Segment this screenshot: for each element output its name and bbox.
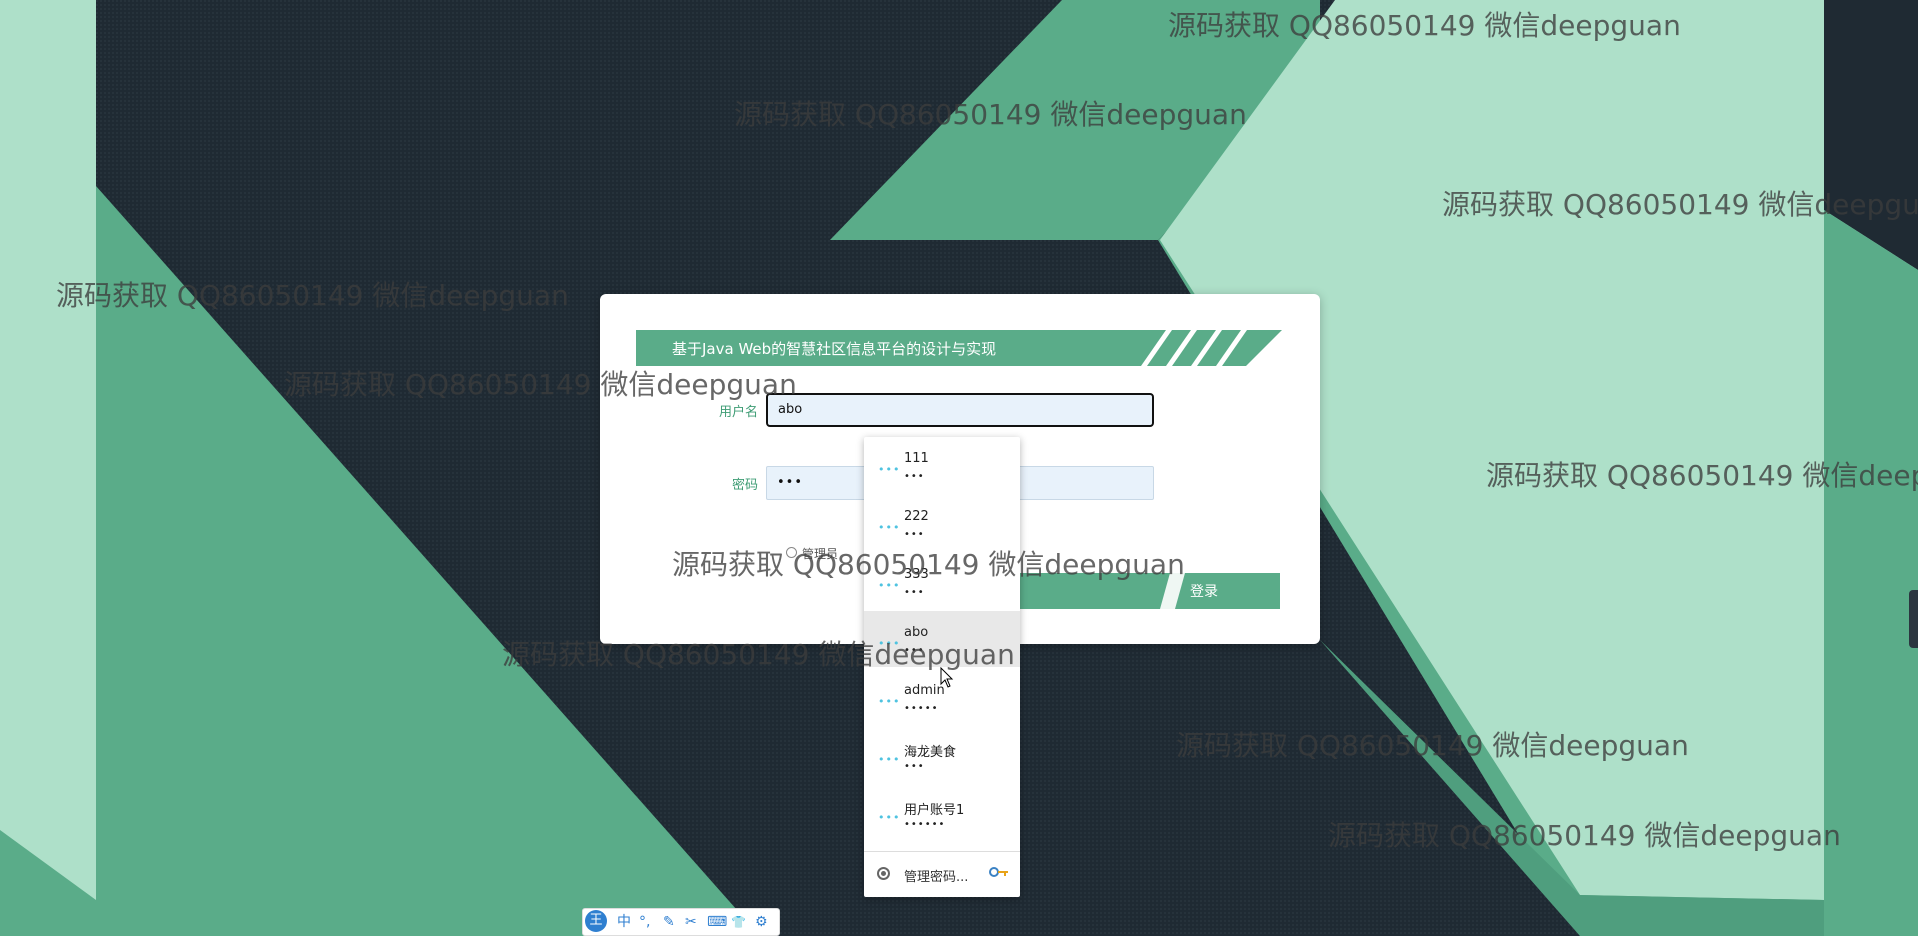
key-icon: ••• [878,753,901,766]
gear-icon[interactable]: ⚙ [755,913,768,931]
password-label: 密码 [731,478,758,493]
role-radio-label: 管理员 [802,547,839,561]
ime-toolbar: 王 中 °, ✎ ✂ ⌨ 👕 ⚙ [582,908,780,936]
autofill-password: ••• [904,645,925,656]
side-panel-handle[interactable] [1909,590,1918,648]
autofill-item[interactable]: ••• 333 ••• [864,553,1020,609]
autofill-username: 111 [904,451,929,466]
autofill-password: ••• [904,471,925,482]
page-title: 基于Java Web的智慧社区信息平台的设计与实现 [672,340,997,358]
key-icon: ••• [878,695,901,708]
title-banner: 基于Java Web的智慧社区信息平台的设计与实现 [636,330,1282,366]
key-icon: ••• [878,637,901,650]
ime-punctuation-button[interactable]: °, [639,913,650,931]
autofill-item[interactable]: ••• 222 ••• [864,495,1020,551]
chrome-icon [877,867,890,880]
autofill-username: admin [904,683,945,698]
autofill-username: abo [904,625,929,640]
login-button[interactable] [1010,573,1280,609]
key-icon [989,866,1009,881]
autofill-username: 222 [904,509,929,524]
manage-passwords-button[interactable]: 管理密码... [864,852,1020,896]
username-label: 用户名 [718,405,758,420]
keyboard-icon[interactable]: ⌨ [707,913,727,931]
skin-icon[interactable]: 👕 [731,913,746,931]
mouse-cursor-icon [940,667,954,688]
key-icon: ••• [878,811,901,824]
autofill-password: ••• [904,587,925,598]
key-icon: ••• [878,521,901,534]
ime-chinese-mode-button[interactable]: 中 [617,913,631,931]
autofill-item[interactable]: ••• 用户账号1 •••••• [864,785,1020,841]
autofill-username: 333 [904,567,929,582]
role-radio[interactable] [786,547,797,558]
autofill-password: ••• [904,761,925,772]
ime-logo-icon[interactable]: 王 [585,910,607,932]
autofill-password: ••• [904,529,925,540]
autofill-username: 海龙美食 [904,745,957,760]
key-icon: ••• [878,579,901,592]
autofill-password: ••••• [904,703,939,714]
scissors-icon[interactable]: ✂ [685,913,697,931]
pen-icon[interactable]: ✎ [663,913,675,931]
login-button-label: 登录 [1190,584,1218,600]
autofill-password: •••••• [904,819,946,830]
autofill-item-highlighted[interactable]: ••• abo ••• [864,611,1020,667]
manage-passwords-label: 管理密码... [904,870,969,885]
autofill-item[interactable]: ••• 111 ••• [864,437,1020,493]
autofill-username: 用户账号1 [904,803,965,818]
key-icon: ••• [878,463,901,476]
username-input[interactable]: abo [766,393,1154,427]
autofill-item[interactable]: ••• 海龙美食 ••• [864,727,1020,783]
